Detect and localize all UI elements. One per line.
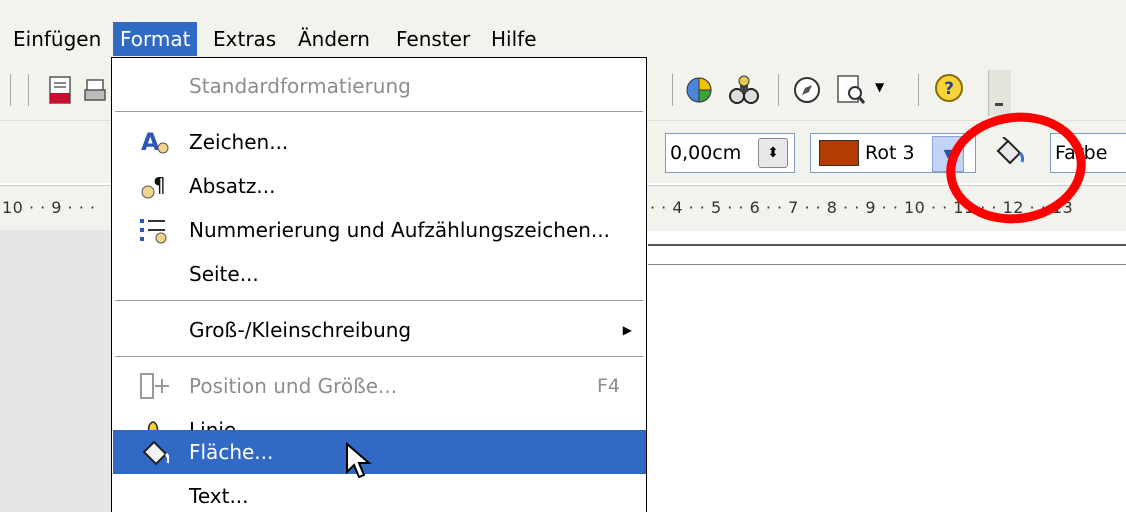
svg-text:A: A (141, 128, 160, 156)
svg-text:?: ? (944, 79, 954, 99)
zoom-dropdown-arrow-icon[interactable]: ▼ (875, 80, 884, 94)
fill-color-swatch (819, 140, 859, 166)
menu-extras[interactable]: Extras (206, 22, 283, 56)
menu-separator (115, 356, 643, 358)
line-width-value: 0,00cm (670, 142, 742, 164)
toolbar-separator (28, 74, 29, 106)
submenu-arrow-icon: ▶ (622, 323, 632, 337)
menu-aendern[interactable]: Ändern (291, 22, 377, 56)
compass-icon[interactable] (792, 75, 822, 105)
paragraph-icon: ¶ (141, 173, 166, 199)
menu-item-zeichen[interactable]: A Zeichen... (113, 120, 646, 164)
toolbar-separator (778, 74, 779, 106)
menu-item-gross-kleinschreibung[interactable]: Groß-/Kleinschreibung ▶ (113, 308, 646, 352)
svg-text:¶: ¶ (153, 173, 166, 197)
numbering-icon (140, 219, 167, 244)
export-pdf-icon[interactable] (48, 76, 74, 106)
menu-hilfe[interactable]: Hilfe (484, 22, 544, 56)
menu-item-seite[interactable]: Seite... (113, 252, 646, 296)
position-size-icon (140, 373, 169, 399)
area-fill-icon (142, 440, 169, 466)
help-icon[interactable]: ? (932, 73, 966, 107)
menu-format[interactable]: Format (113, 22, 198, 56)
toolbar-overflow[interactable] (988, 70, 1011, 116)
menu-item-nummerierung[interactable]: Nummerierung und Aufzählungszeichen... (113, 208, 646, 252)
menu-item-absatz[interactable]: ¶ Absatz... (113, 164, 646, 208)
menu-item-standardformatierung[interactable]: Standardformatierung (113, 64, 646, 108)
menu-fenster[interactable]: Fenster (389, 22, 477, 56)
character-icon: A (141, 128, 169, 156)
menu-separator (115, 111, 643, 113)
menu-einfuegen[interactable]: Einfügen (6, 22, 108, 56)
print-icon[interactable] (84, 78, 106, 106)
navigator-icon[interactable] (728, 74, 760, 106)
toolbar-separator (918, 74, 919, 106)
menu-separator (115, 300, 643, 302)
ruler-left-numbers: 10 · · 9 · · · (2, 198, 96, 217)
format-menu: Standardformatierung A Zeichen... ¶ Absa… (111, 57, 647, 512)
menu-item-text[interactable]: Text... (113, 474, 646, 518)
workspace-margin (0, 230, 111, 512)
page-top-edge (648, 244, 1126, 265)
fill-color-label: Rot 3 (865, 142, 915, 164)
chart-icon[interactable] (684, 75, 714, 105)
menu-bar: Einfügen Format Extras Ändern Fenster Hi… (0, 0, 1126, 60)
toolbar-separator (10, 74, 11, 106)
zoom-icon[interactable] (836, 74, 866, 106)
toolbar-separator (672, 74, 673, 106)
mouse-cursor-icon (346, 442, 372, 479)
menu-item-flaeche[interactable]: Fläche... (113, 430, 646, 474)
menu-item-position-groesse[interactable]: Position und Größe... F4 (113, 364, 646, 408)
line-width-spinner[interactable]: ⬍ (758, 138, 788, 168)
